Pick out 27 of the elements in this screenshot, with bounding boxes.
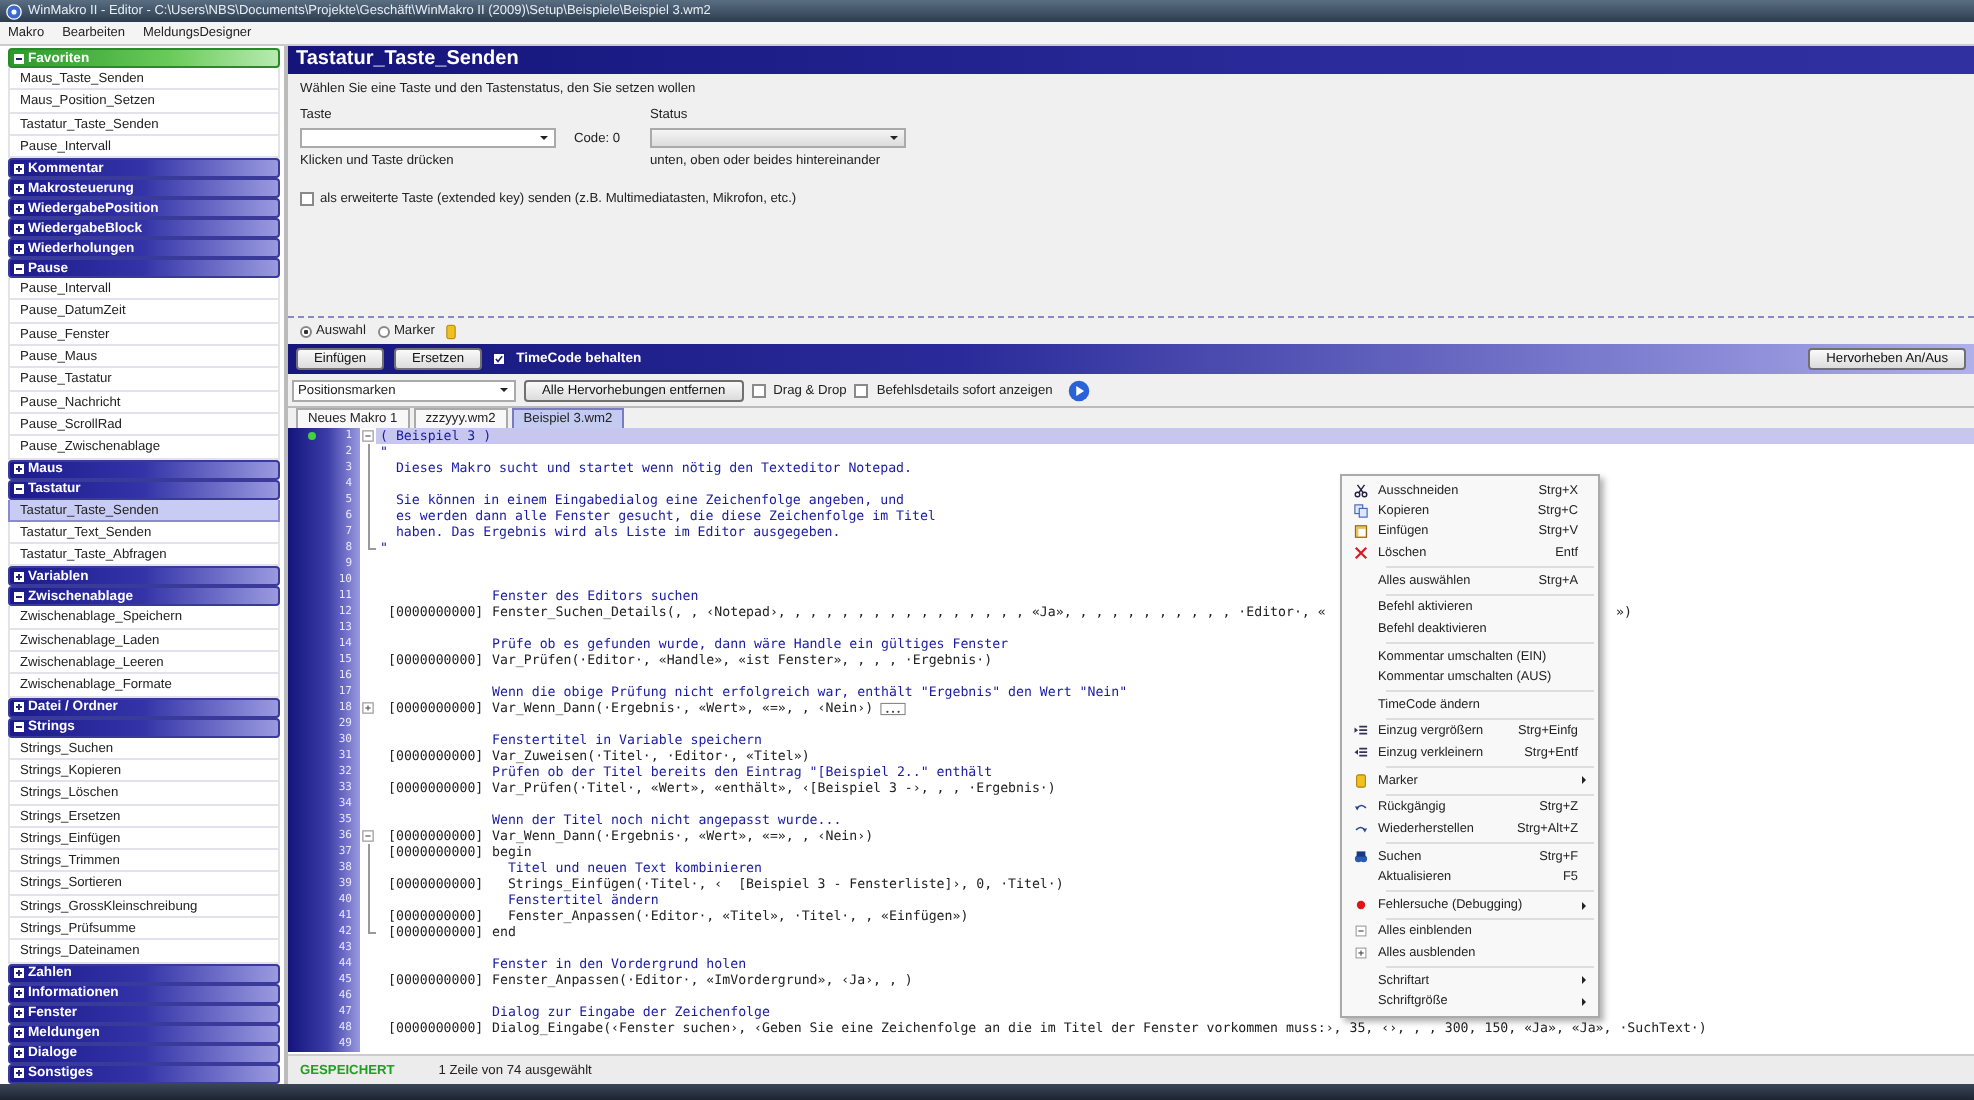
undo-icon — [1353, 800, 1367, 815]
breakpoint-icon — [1353, 897, 1367, 912]
redo-icon — [1353, 821, 1367, 836]
scissors-icon — [1353, 483, 1367, 498]
copy-icon — [1353, 504, 1367, 519]
ellipsis-icon[interactable] — [879, 701, 906, 715]
marker-icon — [446, 323, 457, 339]
marker-icon — [1353, 773, 1367, 788]
status-dropdown[interactable] — [650, 128, 906, 148]
panel-title: Tastatur_Taste_Senden — [288, 46, 1974, 74]
search-icon — [1353, 849, 1367, 864]
indent-icon — [1353, 724, 1367, 739]
submenu-arrow-icon — [1582, 976, 1586, 985]
play-icon[interactable] — [1068, 379, 1091, 401]
checkbox[interactable] — [300, 192, 314, 206]
checkbox[interactable] — [751, 383, 766, 397]
submenu-arrow-icon — [1582, 901, 1586, 910]
checkbox[interactable] — [492, 352, 507, 366]
radio-button[interactable] — [377, 325, 390, 337]
radio-button[interactable] — [300, 325, 312, 337]
clipboard-icon — [1353, 524, 1367, 539]
checkbox[interactable] — [854, 383, 869, 397]
submenu-arrow-icon — [1582, 997, 1586, 1006]
outdent-icon — [1353, 745, 1367, 760]
submenu-arrow-icon — [1582, 776, 1586, 785]
delete-icon — [1353, 545, 1367, 560]
key-dropdown[interactable] — [300, 128, 556, 148]
